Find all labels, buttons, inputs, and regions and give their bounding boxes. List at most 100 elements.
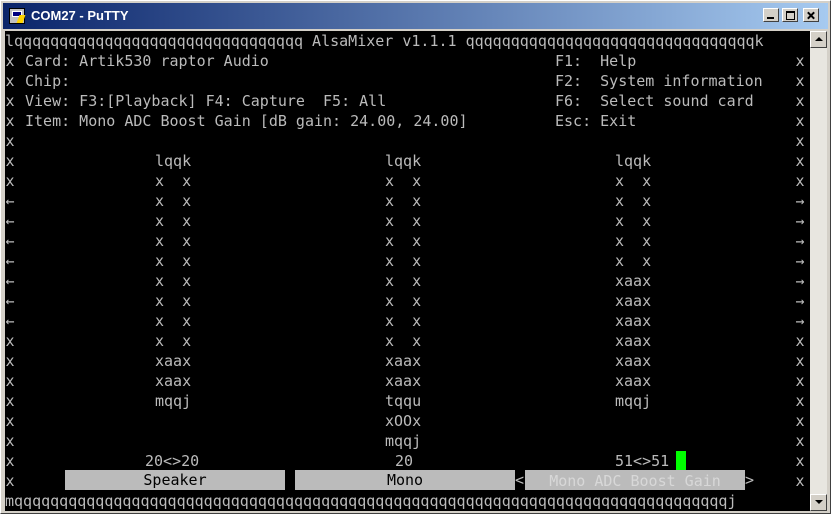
channel-0-bar-row: xaax <box>155 352 192 370</box>
border-left-11: ← <box>5 252 15 270</box>
system-info-hint: F2: System information <box>555 72 763 90</box>
channel-1-bar-row: x x <box>385 312 422 330</box>
putty-icon[interactable] <box>9 8 26 24</box>
alsamixer-top-border: lqqqqqqqqqqqqqqqqqqqqqqqqqqqqqqqq AlsaMi… <box>5 32 764 50</box>
border-left-20: x <box>5 432 15 450</box>
putty-window: COM27 - PuTTY lqqqqqqqqqqqqqqqqqqqqqqqqq… <box>0 0 831 514</box>
border-right-7: x <box>795 172 805 190</box>
border-right-18: x <box>795 392 805 410</box>
border-left-22: x <box>5 472 15 490</box>
border-left-18: x <box>5 392 15 410</box>
channel-2-bar-row: x x <box>615 232 652 250</box>
scroll-left-indicator: < <box>515 471 525 489</box>
channel-1-bar-row: x x <box>385 192 422 210</box>
title-bar[interactable]: COM27 - PuTTY <box>3 3 828 29</box>
card-line: Card: Artik530 raptor Audio <box>25 52 269 70</box>
speaker-value: 20<>20 <box>145 452 200 470</box>
border-right-16: x <box>795 352 805 370</box>
channel-0-bar-row: lqqk <box>155 152 192 170</box>
border-left-3: x <box>5 92 15 110</box>
channel-2-bar-row: x x <box>615 172 652 190</box>
item-line: Item: Mono ADC Boost Gain [dB gain: 24.0… <box>25 112 468 130</box>
border-left-2: x <box>5 72 15 90</box>
help-hint: F1: Help <box>555 52 637 70</box>
channel-1-bar-row: x x <box>385 232 422 250</box>
channel-label-mono-adc-boost-gain[interactable]: Mono ADC Boost Gain <box>525 470 745 490</box>
border-left-17: x <box>5 372 15 390</box>
border-right-22: x <box>795 472 805 490</box>
border-left-1: x <box>5 52 15 70</box>
chip-line: Chip: <box>25 72 71 90</box>
terminal-screen[interactable]: lqqqqqqqqqqqqqqqqqqqqqqqqqqqqqqqq AlsaMi… <box>5 31 810 511</box>
border-left-13: ← <box>5 292 15 310</box>
channel-2-bar-row: x x <box>615 192 652 210</box>
border-left-16: x <box>5 352 15 370</box>
window-title: COM27 - PuTTY <box>31 8 129 23</box>
border-left-4: x <box>5 112 15 130</box>
exit-hint: Esc: Exit <box>555 112 637 130</box>
border-left-12: ← <box>5 272 15 290</box>
border-right-5: x <box>795 132 805 150</box>
border-left-6: x <box>5 152 15 170</box>
view-line: View: F3:[Playback] F4: Capture F5: All <box>25 92 387 110</box>
scroll-right-indicator: > <box>745 471 755 489</box>
channel-0-bar-row: x x <box>155 252 192 270</box>
channel-0-bar-row: x x <box>155 332 192 350</box>
channel-0-bar-row: x x <box>155 292 192 310</box>
vertical-scrollbar[interactable] <box>810 31 827 511</box>
close-button[interactable] <box>803 8 819 22</box>
border-right-10: → <box>795 232 805 250</box>
channel-1-bar-row: x x <box>385 212 422 230</box>
border-right-6: x <box>795 152 805 170</box>
channel-2-bar-row: xaax <box>615 272 652 290</box>
channel-2-bar-row: xaax <box>615 332 652 350</box>
border-right-2: x <box>795 72 805 90</box>
channel-label-speaker[interactable]: Speaker <box>65 470 285 490</box>
alsamixer-bottom-border: mqqqqqqqqqqqqqqqqqqqqqqqqqqqqqqqqqqqqqqq… <box>5 492 737 510</box>
channel-2-bar-row: xaax <box>615 372 652 390</box>
border-right-11: → <box>795 252 805 270</box>
border-right-13: → <box>795 292 805 310</box>
channel-1-bar-row: x x <box>385 252 422 270</box>
channel-1-bar-row: tqqu <box>385 392 422 410</box>
channel-2-bar-row: x x <box>615 212 652 230</box>
channel-1-bar-row: xOOx <box>385 412 422 430</box>
channel-2-bar-row: lqqk <box>615 152 652 170</box>
border-right-8: → <box>795 192 805 210</box>
border-left-21: x <box>5 452 15 470</box>
channel-1-bar-row: x x <box>385 272 422 290</box>
channel-2-bar-row: xaax <box>615 312 652 330</box>
channel-label-mono[interactable]: Mono <box>295 470 515 490</box>
border-left-8: ← <box>5 192 15 210</box>
border-left-15: x <box>5 332 15 350</box>
border-right-20: x <box>795 432 805 450</box>
scroll-up-button[interactable] <box>810 31 827 48</box>
text-cursor <box>676 451 686 470</box>
channel-2-bar-row: xaax <box>615 292 652 310</box>
border-right-15: x <box>795 332 805 350</box>
channel-0-bar-row: mqqj <box>155 392 192 410</box>
channel-0-bar-row: x x <box>155 172 192 190</box>
channel-1-bar-row: x x <box>385 292 422 310</box>
channel-1-bar-row: mqqj <box>385 432 422 450</box>
boost-value: 51<>51 <box>615 452 670 470</box>
maximize-button[interactable] <box>782 8 798 22</box>
channel-2-bar-row: xaax <box>615 352 652 370</box>
border-left-9: ← <box>5 212 15 230</box>
border-right-21: x <box>795 452 805 470</box>
scroll-down-button[interactable] <box>810 494 827 511</box>
channel-1-bar-row: xaax <box>385 352 422 370</box>
border-right-12: → <box>795 272 805 290</box>
border-left-14: ← <box>5 312 15 330</box>
channel-1-bar-row: lqqk <box>385 152 422 170</box>
channel-1-bar-row: xaax <box>385 372 422 390</box>
border-right-1: x <box>795 52 805 70</box>
border-right-19: x <box>795 412 805 430</box>
mono-value: 20 <box>395 452 414 470</box>
border-right-14: → <box>795 312 805 330</box>
minimize-button[interactable] <box>763 8 779 22</box>
channel-1-bar-row: x x <box>385 332 422 350</box>
channel-0-bar-row: x x <box>155 212 192 230</box>
border-left-10: ← <box>5 232 15 250</box>
border-left-5: x <box>5 132 15 150</box>
